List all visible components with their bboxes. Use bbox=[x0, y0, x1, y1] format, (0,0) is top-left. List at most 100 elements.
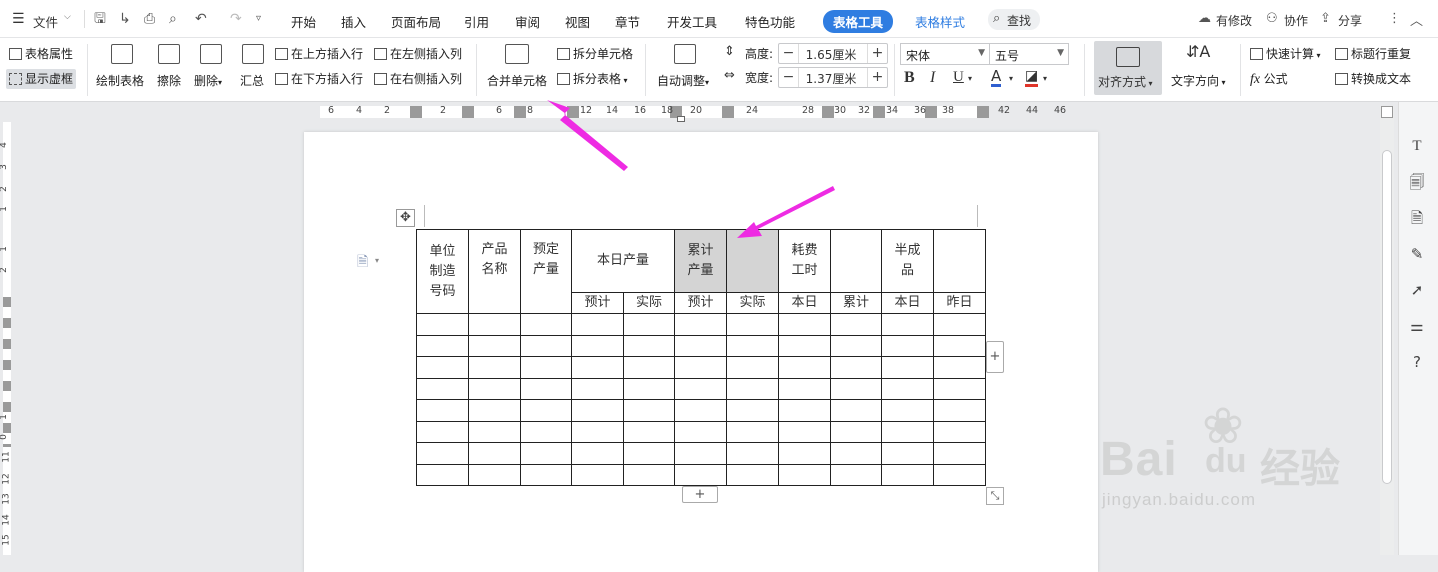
subheader-cell[interactable]: 预计 bbox=[674, 292, 727, 314]
table-cell[interactable] bbox=[416, 313, 469, 336]
table-cell[interactable] bbox=[416, 377, 469, 400]
table-cell[interactable] bbox=[674, 399, 727, 422]
table-cell[interactable] bbox=[571, 442, 624, 465]
summary-icon[interactable] bbox=[242, 44, 264, 64]
table-cell[interactable] bbox=[881, 442, 934, 465]
table-cell[interactable] bbox=[674, 463, 727, 486]
table-cell[interactable] bbox=[726, 420, 779, 443]
table-cell[interactable] bbox=[933, 356, 986, 379]
tab-table-tools[interactable]: 表格工具 bbox=[823, 10, 894, 33]
tab-special[interactable]: 特色功能 bbox=[745, 12, 795, 31]
table-cell[interactable] bbox=[830, 334, 882, 357]
table-cell[interactable] bbox=[623, 334, 675, 357]
table-cell[interactable] bbox=[778, 399, 831, 422]
data-table[interactable]: 单位制造号码 产品名称 预定产量 本日产量 累计产量 耗费工时 半成品 预计 实… bbox=[416, 229, 986, 486]
tab-insert[interactable]: 插入 bbox=[341, 12, 366, 31]
eraser-icon[interactable] bbox=[158, 44, 180, 64]
split-table-button[interactable]: 拆分表格 ▾ bbox=[557, 71, 628, 89]
save-icon[interactable]: 🖫 bbox=[94, 12, 106, 26]
table-cell[interactable] bbox=[468, 356, 521, 379]
table-cell[interactable] bbox=[520, 313, 572, 336]
document-settings-icon[interactable]: 🗎 bbox=[1407, 208, 1427, 228]
table-cell[interactable] bbox=[520, 334, 572, 357]
quick-calc-button[interactable]: 快速计算 ▾ bbox=[1250, 46, 1321, 64]
table-cell[interactable] bbox=[623, 463, 675, 486]
subheader-cell[interactable]: 预计 bbox=[571, 292, 624, 314]
table-cell[interactable] bbox=[778, 377, 831, 400]
table-cell[interactable] bbox=[881, 334, 934, 357]
table-cell[interactable] bbox=[520, 356, 572, 379]
table-cell[interactable] bbox=[726, 334, 779, 357]
table-cell[interactable] bbox=[726, 399, 779, 422]
subheader-cell[interactable]: 实际 bbox=[623, 292, 675, 314]
table-cell[interactable] bbox=[933, 463, 986, 486]
table-cell[interactable] bbox=[623, 377, 675, 400]
table-cell[interactable] bbox=[416, 356, 469, 379]
header-semi-finished[interactable]: 半成品 bbox=[881, 229, 934, 293]
header-unit-code[interactable]: 单位制造号码 bbox=[416, 229, 469, 314]
delete-button[interactable]: 删除▾ bbox=[194, 72, 222, 89]
merge-cells-button[interactable]: 合并单元格 bbox=[487, 72, 547, 89]
bold-icon[interactable]: B bbox=[904, 69, 915, 87]
table-cell[interactable] bbox=[933, 313, 986, 336]
table-cell[interactable] bbox=[881, 313, 934, 336]
chevron-down-icon[interactable]: ▾ bbox=[1043, 74, 1047, 83]
width-value[interactable]: 1.37厘米 bbox=[801, 70, 861, 87]
selected-empty-cell[interactable] bbox=[726, 229, 779, 293]
repeat-header-button[interactable]: 标题行重复 bbox=[1335, 46, 1411, 62]
table-cell[interactable] bbox=[881, 420, 934, 443]
table-cell[interactable] bbox=[416, 420, 469, 443]
highlight-icon[interactable]: ◪ bbox=[1025, 68, 1039, 87]
help-icon[interactable]: ? bbox=[1407, 352, 1427, 372]
table-cell[interactable] bbox=[933, 442, 986, 465]
insert-row-below-button[interactable]: 在下方插入行 bbox=[275, 71, 363, 87]
customize-toolbar-icon[interactable]: ▿ bbox=[256, 12, 261, 26]
collaborate-button[interactable]: 协作 bbox=[1284, 12, 1308, 29]
table-cell[interactable] bbox=[881, 377, 934, 400]
convert-text-button[interactable]: 转换成文本 bbox=[1335, 71, 1411, 87]
table-cell[interactable] bbox=[520, 377, 572, 400]
subheader-cell[interactable]: 本日 bbox=[778, 292, 831, 314]
tab-view[interactable]: 视图 bbox=[565, 12, 590, 31]
italic-icon[interactable]: I bbox=[930, 69, 935, 87]
document-properties-icon[interactable]: 🗐 bbox=[1407, 172, 1427, 192]
summary-button[interactable]: 汇总 bbox=[240, 72, 264, 89]
table-cell[interactable] bbox=[881, 463, 934, 486]
table-cell[interactable] bbox=[674, 420, 727, 443]
share-button[interactable]: 分享 bbox=[1338, 12, 1362, 29]
table-cell[interactable] bbox=[520, 399, 572, 422]
table-cell[interactable] bbox=[468, 463, 521, 486]
insert-col-right-button[interactable]: 在右侧插入列 bbox=[374, 71, 462, 87]
table-cell[interactable] bbox=[623, 420, 675, 443]
height-stepper[interactable]: − 1.65厘米 + bbox=[778, 43, 888, 64]
table-cell[interactable] bbox=[416, 463, 469, 486]
file-menu[interactable]: 文件 bbox=[33, 12, 58, 31]
height-value[interactable]: 1.65厘米 bbox=[801, 46, 861, 63]
tab-table-style[interactable]: 表格样式 bbox=[915, 12, 965, 31]
show-gridlines-button[interactable]: 显示虚框 bbox=[6, 69, 77, 89]
text-direction-icon[interactable]: ⇵A bbox=[1186, 42, 1210, 61]
table-cell[interactable] bbox=[830, 442, 882, 465]
table-cell[interactable] bbox=[830, 420, 882, 443]
undo-icon[interactable]: ↶ bbox=[195, 12, 207, 26]
scrollbar-thumb[interactable] bbox=[1382, 150, 1392, 484]
underline-icon[interactable]: U bbox=[953, 69, 964, 86]
table-cell[interactable] bbox=[674, 334, 727, 357]
table-properties-button[interactable]: 表格属性 bbox=[9, 46, 73, 62]
table-cell[interactable] bbox=[674, 442, 727, 465]
insert-row-above-button[interactable]: 在上方插入行 bbox=[275, 46, 363, 62]
auto-fit-icon[interactable] bbox=[674, 44, 696, 64]
indent-marker[interactable] bbox=[677, 116, 685, 122]
draw-table-button[interactable]: 绘制表格 bbox=[96, 72, 144, 89]
font-color-icon[interactable]: A bbox=[991, 68, 1002, 87]
vertical-ruler[interactable]: 4 3 2 1 1 2 1 0 11 12 13 14 15 bbox=[0, 122, 14, 555]
table-cell[interactable] bbox=[726, 442, 779, 465]
tab-review[interactable]: 审阅 bbox=[515, 12, 540, 31]
table-cell[interactable] bbox=[520, 442, 572, 465]
hamburger-icon[interactable]: ☰ bbox=[12, 11, 25, 27]
chevron-down-icon[interactable]: ⌵ bbox=[64, 12, 71, 22]
table-cell[interactable] bbox=[416, 399, 469, 422]
text-direction-button[interactable]: 文字方向 ▾ bbox=[1171, 72, 1226, 89]
tab-references[interactable]: 引用 bbox=[464, 12, 489, 31]
draw-table-icon[interactable] bbox=[111, 44, 133, 64]
